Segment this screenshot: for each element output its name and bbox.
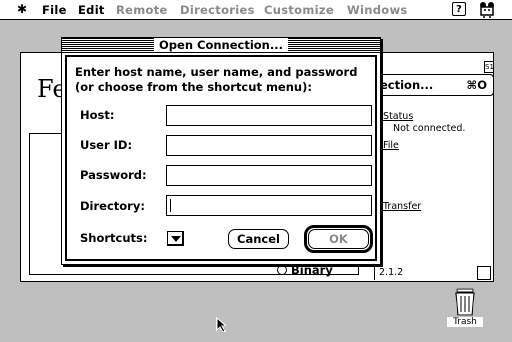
menu-customize[interactable]: Customize [264,3,334,17]
transfer-label: Transfer [383,201,422,212]
ok-button[interactable]: OK [308,229,369,249]
menu-file[interactable]: File [42,3,67,17]
help-icon[interactable]: ? [452,2,466,16]
arrow-cursor-icon [216,317,228,333]
shortcuts-popup-button[interactable] [167,231,184,246]
directory-field[interactable] [166,195,372,216]
dialog-instructions: Enter host name, user name, and password… [75,65,357,95]
dialog-title: Open Connection... [154,38,288,52]
binary-radio[interactable]: Binary [277,263,333,277]
host-field[interactable] [166,105,372,126]
menu-windows[interactable]: Windows [347,3,408,17]
scroll-indicator[interactable]: S1 [484,61,494,73]
menu-bar: ✱ File Edit Remote Directories Customize… [0,0,512,20]
password-field[interactable] [166,165,372,186]
status-label: Status [383,111,414,122]
shortcut-key: ⌘O [466,78,487,92]
binary-label: Binary [291,263,333,277]
dialog-titlebar[interactable]: Open Connection... [62,38,380,53]
version-label: 2.1.2 [379,267,404,278]
trash-can-icon [455,288,475,316]
menu-remote[interactable]: Remote [116,3,168,17]
user-id-label: User ID: [80,138,133,152]
trash-label: Trash [447,317,483,327]
trash-icon[interactable]: Trash [445,287,485,329]
cancel-button[interactable]: Cancel [228,229,289,249]
menu-edit[interactable]: Edit [78,3,105,17]
open-connection-dialog: Open Connection... Enter host name, user… [61,37,381,265]
fetch-app-icon[interactable] [478,1,496,19]
apple-icon[interactable]: ✱ [17,2,27,16]
password-label: Password: [80,168,147,182]
instruction-line-2: (or choose from the shortcut menu): [75,80,312,94]
open-connection-button[interactable]: ection... ⌘O [371,74,494,96]
shortcuts-label: Shortcuts: [80,231,148,245]
radio-icon [277,265,287,275]
host-label: Host: [80,108,115,122]
open-connection-label: ection... [380,78,434,92]
status-value: Not connected. [393,123,466,134]
instruction-line-1: Enter host name, user name, and password [75,65,358,79]
menu-directories[interactable]: Directories [180,3,255,17]
user-id-field[interactable] [166,135,372,156]
file-label: File [383,140,399,151]
grow-box[interactable] [477,266,491,280]
directory-label: Directory: [80,199,145,213]
status-panel: Status Not connected. File Transfer [374,108,490,280]
